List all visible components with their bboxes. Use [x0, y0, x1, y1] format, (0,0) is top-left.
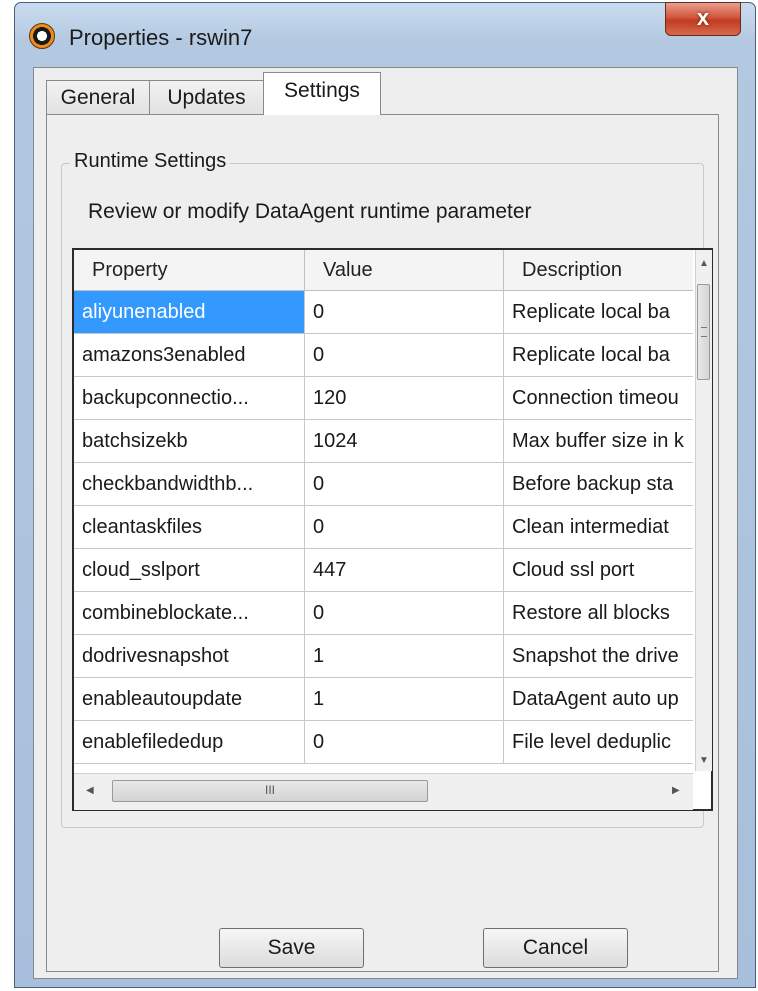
- value-cell[interactable]: 1: [305, 635, 504, 677]
- description-cell[interactable]: Before backup sta: [504, 463, 693, 505]
- tab-settings[interactable]: Settings: [263, 72, 381, 115]
- group-description: Review or modify DataAgent runtime param…: [88, 200, 532, 223]
- value-cell[interactable]: 0: [305, 334, 504, 376]
- value-cell[interactable]: 0: [305, 291, 504, 333]
- tab-updates[interactable]: Updates: [149, 80, 264, 114]
- table-row[interactable]: cloud_sslport 447 Cloud ssl port: [74, 549, 693, 592]
- title-bar[interactable]: Properties - rswin7 x: [15, 2, 755, 67]
- settings-panel: Runtime Settings Review or modify DataAg…: [46, 114, 719, 972]
- scroll-right-icon[interactable]: ▶: [672, 785, 680, 796]
- header-description[interactable]: Description: [504, 250, 693, 290]
- value-cell[interactable]: 1: [305, 678, 504, 720]
- property-cell[interactable]: dodrivesnapshot: [74, 635, 305, 677]
- table-row[interactable]: batchsizekb 1024 Max buffer size in k: [74, 420, 693, 463]
- vertical-scrollbar[interactable]: ▲ ▼: [695, 250, 712, 771]
- runtime-settings-group: Runtime Settings Review or modify DataAg…: [61, 150, 713, 828]
- property-cell[interactable]: amazons3enabled: [74, 334, 305, 376]
- properties-table: Property Value Description aliyunenabled…: [72, 248, 713, 811]
- description-cell[interactable]: File level deduplic: [504, 721, 693, 763]
- value-cell[interactable]: 0: [305, 506, 504, 548]
- property-cell[interactable]: aliyunenabled: [74, 291, 305, 333]
- value-cell[interactable]: 447: [305, 549, 504, 591]
- dialog-client-area: General Updates Settings Runtime Setting…: [33, 67, 738, 979]
- property-cell[interactable]: enablefilededup: [74, 721, 305, 763]
- table-row[interactable]: combineblockate... 0 Restore all blocks: [74, 592, 693, 635]
- grip-icon: [701, 327, 707, 337]
- description-cell[interactable]: Replicate local ba: [504, 334, 693, 376]
- close-button[interactable]: x: [665, 2, 741, 36]
- table-row[interactable]: dodrivesnapshot 1 Snapshot the drive: [74, 635, 693, 678]
- vertical-scroll-thumb[interactable]: [697, 284, 710, 380]
- table-row[interactable]: enablefilededup 0 File level deduplic: [74, 721, 693, 764]
- table-row[interactable]: amazons3enabled 0 Replicate local ba: [74, 334, 693, 377]
- scroll-down-icon[interactable]: ▼: [699, 755, 709, 766]
- description-cell[interactable]: Replicate local ba: [504, 291, 693, 333]
- table-row[interactable]: checkbandwidthb... 0 Before backup sta: [74, 463, 693, 506]
- property-cell[interactable]: combineblockate...: [74, 592, 305, 634]
- table-row[interactable]: backupconnectio... 120 Connection timeou: [74, 377, 693, 420]
- table-body: aliyunenabled 0 Replicate local ba amazo…: [74, 291, 693, 771]
- property-cell[interactable]: batchsizekb: [74, 420, 305, 462]
- property-cell[interactable]: cleantaskfiles: [74, 506, 305, 548]
- close-icon: x: [696, 5, 710, 30]
- description-cell[interactable]: Connection timeou: [504, 377, 693, 419]
- property-cell[interactable]: cloud_sslport: [74, 549, 305, 591]
- scroll-left-icon[interactable]: ◀: [86, 785, 94, 796]
- description-cell[interactable]: Clean intermediat: [504, 506, 693, 548]
- save-button[interactable]: Save: [219, 928, 364, 968]
- scroll-up-icon[interactable]: ▲: [699, 258, 709, 269]
- value-cell[interactable]: 0: [305, 463, 504, 505]
- value-cell[interactable]: 120: [305, 377, 504, 419]
- table-header: Property Value Description: [74, 250, 693, 291]
- value-cell[interactable]: 0: [305, 721, 504, 763]
- horizontal-scrollbar[interactable]: ◀ III ▶: [74, 773, 693, 810]
- window-title: Properties - rswin7: [69, 25, 253, 50]
- header-value[interactable]: Value: [305, 250, 504, 290]
- property-cell[interactable]: backupconnectio...: [74, 377, 305, 419]
- properties-window: Properties - rswin7 x General Updates Se…: [14, 2, 756, 988]
- table-row[interactable]: aliyunenabled 0 Replicate local ba: [74, 291, 693, 334]
- app-logo-icon: [29, 23, 55, 49]
- description-cell[interactable]: Cloud ssl port: [504, 549, 693, 591]
- description-cell[interactable]: Max buffer size in k: [504, 420, 693, 462]
- tab-general[interactable]: General: [46, 80, 150, 114]
- cancel-button[interactable]: Cancel: [483, 928, 628, 968]
- group-legend: Runtime Settings: [70, 150, 231, 173]
- property-cell[interactable]: enableautoupdate: [74, 678, 305, 720]
- description-cell[interactable]: Restore all blocks: [504, 592, 693, 634]
- horizontal-scroll-thumb[interactable]: III: [112, 780, 428, 802]
- table-row[interactable]: enableautoupdate 1 DataAgent auto up: [74, 678, 693, 721]
- description-cell[interactable]: DataAgent auto up: [504, 678, 693, 720]
- table-row[interactable]: cleantaskfiles 0 Clean intermediat: [74, 506, 693, 549]
- property-cell[interactable]: checkbandwidthb...: [74, 463, 305, 505]
- value-cell[interactable]: 0: [305, 592, 504, 634]
- description-cell[interactable]: Snapshot the drive: [504, 635, 693, 677]
- value-cell[interactable]: 1024: [305, 420, 504, 462]
- header-property[interactable]: Property: [74, 250, 305, 290]
